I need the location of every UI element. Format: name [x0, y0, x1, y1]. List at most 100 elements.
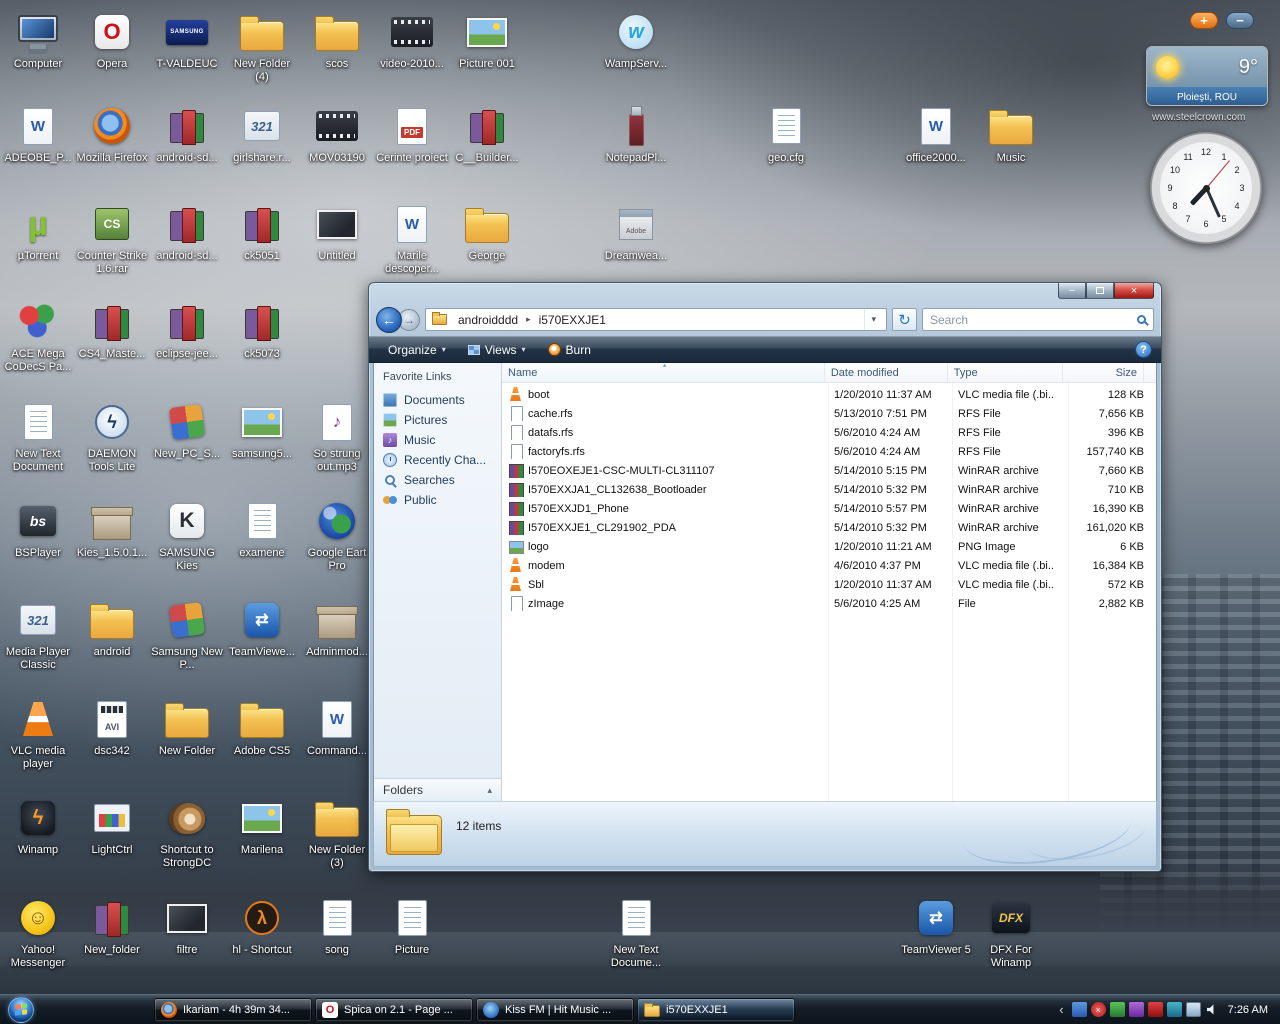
desktop-icon[interactable]: George [451, 200, 523, 263]
desktop-icon[interactable]: Adminmod... [301, 596, 373, 659]
tray-icon[interactable] [1110, 1002, 1125, 1017]
desktop-icon[interactable]: New Text Document [2, 398, 74, 474]
taskbar-clock[interactable]: 7:26 AM [1228, 1004, 1268, 1016]
desktop-icon[interactable]: Command... [301, 695, 373, 758]
column-header-date[interactable]: Date modified [825, 363, 948, 382]
file-row[interactable]: factoryfs.rfs 5/6/2010 4:24 AM RFS File … [502, 442, 1156, 461]
close-button[interactable]: × [1114, 283, 1154, 299]
desktop-icon[interactable]: ACE Mega CoDecS Pa... [2, 298, 74, 374]
gadget-add-button[interactable]: + [1190, 12, 1218, 29]
desktop-icon[interactable]: Marile descoper... [376, 200, 448, 276]
desktop-icon[interactable]: hl - Shortcut [226, 894, 298, 957]
tray-icon[interactable]: × [1091, 1002, 1106, 1017]
refresh-button[interactable]: ↻ [892, 308, 917, 331]
sidebar-item[interactable]: Recently Cha... [374, 450, 501, 470]
file-row[interactable]: I570EXXJA1_CL132638_Bootloader 5/14/2010… [502, 480, 1156, 499]
sidebar-item[interactable]: Searches [374, 470, 501, 490]
search-input[interactable] [930, 313, 1137, 327]
desktop-icon[interactable]: Picture 001 [451, 8, 523, 71]
minimize-button[interactable]: – [1058, 283, 1086, 299]
breadcrumb-item-current[interactable]: i570EXXJE1 [532, 311, 613, 329]
tray-icon[interactable] [1205, 1002, 1220, 1017]
clock-gadget[interactable]: 121234567891011 [1150, 132, 1262, 244]
desktop-icon[interactable]: Google Eart Pro [301, 497, 373, 573]
desktop-icon[interactable]: Computer [2, 8, 74, 71]
taskbar-button[interactable]: Ikariam - 4h 39m 34... [154, 998, 312, 1022]
desktop-icon[interactable]: DFX For Winamp [975, 894, 1047, 970]
desktop-icon[interactable]: LightCtrl [76, 794, 148, 857]
maximize-button[interactable] [1086, 283, 1114, 299]
file-row[interactable]: datafs.rfs 5/6/2010 4:24 AM RFS File 396… [502, 423, 1156, 442]
desktop-icon[interactable]: Cerinte proiect [376, 102, 448, 165]
sidebar-item[interactable]: Documents [374, 390, 501, 410]
file-row[interactable]: I570EOXEJE1-CSC-MULTI-CL311107 5/14/2010… [502, 461, 1156, 480]
tray-icon[interactable] [1148, 1002, 1163, 1017]
desktop-icon[interactable]: Untitled [301, 200, 373, 263]
start-button[interactable] [8, 997, 34, 1023]
sidebar-item[interactable]: Pictures [374, 410, 501, 430]
file-row[interactable]: cache.rfs 5/13/2010 7:51 PM RFS File 7,6… [502, 404, 1156, 423]
desktop-icon[interactable]: Kies_1.5.0.1... [76, 497, 148, 560]
desktop-icon[interactable]: New Folder (4) [226, 8, 298, 84]
desktop-icon[interactable]: Opera [76, 8, 148, 71]
desktop-icon[interactable]: So strung out.mp3 [301, 398, 373, 474]
file-row[interactable]: I570EXXJE1_CL291902_PDA 5/14/2010 5:32 P… [502, 518, 1156, 537]
desktop-icon[interactable]: Media Player Classic [2, 596, 74, 672]
desktop-icon[interactable]: Mozilla Firefox [76, 102, 148, 165]
desktop-icon[interactable]: Adobe CS5 [226, 695, 298, 758]
window-titlebar[interactable]: – × [369, 283, 1161, 303]
address-dropdown-icon[interactable]: ▾ [864, 309, 882, 330]
desktop-icon[interactable]: Shortcut to StrongDC [151, 794, 223, 870]
desktop-icon[interactable]: Yahoo! Messenger [2, 894, 74, 970]
column-header-name[interactable]: ▴ Name [502, 363, 825, 382]
desktop-icon[interactable]: scos [301, 8, 373, 71]
desktop-icon[interactable]: ADEOBE_P... [2, 102, 74, 165]
desktop-icon[interactable]: video-2010... [376, 8, 448, 71]
desktop-icon[interactable]: android-sd... [151, 102, 223, 165]
desktop-icon[interactable]: VLC media player [2, 695, 74, 771]
views-button[interactable]: Views ▾ [458, 340, 536, 360]
desktop-icon[interactable]: New Folder (3) [301, 794, 373, 870]
desktop-icon[interactable]: New_PC_S... [151, 398, 223, 461]
desktop-icon[interactable]: girlshare.r... [226, 102, 298, 165]
file-row[interactable]: Sbl 1/20/2010 11:37 AM VLC media file (.… [502, 575, 1156, 594]
desktop-icon[interactable]: Music [975, 102, 1047, 165]
sidebar-item[interactable]: Public [374, 490, 501, 510]
desktop-icon[interactable]: C__Builder... [451, 102, 523, 165]
desktop-icon[interactable]: New Folder [151, 695, 223, 758]
chevron-right-icon[interactable]: ▸ [525, 314, 532, 325]
desktop-icon[interactable]: Marilena [226, 794, 298, 857]
sidebar-item[interactable]: Music [374, 430, 501, 450]
desktop-icon[interactable]: TeamViewe... [226, 596, 298, 659]
desktop-icon[interactable]: New_folder [76, 894, 148, 957]
desktop-icon[interactable]: Dreamwea... [600, 200, 672, 263]
column-header-size[interactable]: Size [1063, 363, 1144, 382]
desktop-icon[interactable]: Winamp [2, 794, 74, 857]
taskbar-button[interactable]: i570EXXJE1 [637, 998, 795, 1022]
desktop-icon[interactable]: eclipse-jee... [151, 298, 223, 361]
desktop-icon[interactable]: NotepadPl... [600, 102, 672, 165]
tray-icon[interactable] [1072, 1002, 1087, 1017]
desktop-icon[interactable]: CS4_Maste... [76, 298, 148, 361]
desktop-icon[interactable]: BSPlayer [2, 497, 74, 560]
desktop-icon[interactable]: MOV03190 [301, 102, 373, 165]
desktop-icon[interactable]: ck5073 [226, 298, 298, 361]
desktop-icon[interactable]: office2000... [900, 102, 972, 165]
desktop-icon[interactable]: T-VALDEUC [151, 8, 223, 71]
desktop-icon[interactable]: WampServ... [600, 8, 672, 71]
taskbar-button[interactable]: Kiss FM | Hit Music ... [476, 998, 634, 1022]
breadcrumb-item-parent[interactable]: androidddd [451, 311, 525, 329]
tray-icon[interactable] [1186, 1002, 1201, 1017]
column-header-type[interactable]: Type [948, 363, 1063, 382]
weather-gadget[interactable]: 9° Ploieşti, ROU [1146, 46, 1268, 106]
desktop-icon[interactable]: Counter Strike 1.6.rar [76, 200, 148, 276]
folders-band[interactable]: Folders ▴ [374, 778, 501, 801]
desktop-icon[interactable]: TeamViewer 5 [900, 894, 972, 957]
file-row[interactable]: modem 4/6/2010 4:37 PM VLC media file (.… [502, 556, 1156, 575]
desktop-icon[interactable]: filtre [151, 894, 223, 957]
desktop-icon[interactable]: examene [226, 497, 298, 560]
desktop-icon[interactable]: android-sd... [151, 200, 223, 263]
file-row[interactable]: logo 1/20/2010 11:21 AM PNG Image 6 KB [502, 537, 1156, 556]
tray-icon[interactable] [1129, 1002, 1144, 1017]
desktop-icon[interactable]: song [301, 894, 373, 957]
